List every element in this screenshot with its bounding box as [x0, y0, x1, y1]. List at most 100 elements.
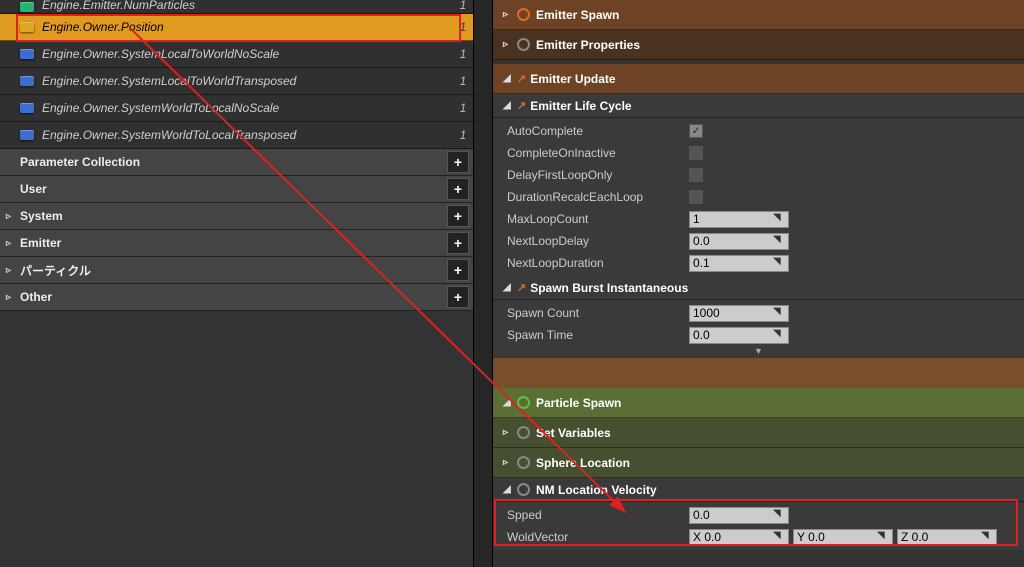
module-title: Emitter Life Cycle	[530, 99, 631, 113]
section-label: Emitter	[20, 236, 447, 250]
caret-icon: ▹	[503, 9, 517, 20]
value: 0.0	[693, 508, 710, 522]
module-set-variables[interactable]: ▹ Set Variables	[493, 418, 1024, 448]
param-label: Engine.Owner.SystemLocalToWorldTranspose…	[42, 74, 453, 88]
add-button[interactable]: +	[447, 286, 469, 308]
number-input[interactable]: 0.0◥	[689, 233, 789, 250]
module-title: Emitter Properties	[536, 38, 640, 52]
section-label: Parameter Collection	[20, 155, 447, 169]
dropdown-icon[interactable]: ◥	[773, 256, 787, 270]
module-sphere-location[interactable]: ▹ Sphere Location	[493, 448, 1024, 478]
param-row[interactable]: Engine.Emitter.NumParticles 1	[0, 0, 473, 14]
caret-icon: ◢	[503, 100, 517, 111]
module-particle-spawn[interactable]: ◢ Particle Spawn	[493, 388, 1024, 418]
number-input[interactable]: 0.0◥	[689, 327, 789, 344]
add-button[interactable]: +	[447, 178, 469, 200]
type-pin-icon	[20, 103, 34, 113]
module-life-cycle[interactable]: ◢ ↗ Emitter Life Cycle	[493, 94, 1024, 118]
add-button[interactable]: +	[447, 232, 469, 254]
checkbox[interactable]	[689, 168, 703, 182]
param-row[interactable]: Engine.Owner.SystemLocalToWorldNoScale 1	[0, 41, 473, 68]
module-spawn-burst[interactable]: ◢ ↗ Spawn Burst Instantaneous	[493, 276, 1024, 300]
checkbox[interactable]	[689, 146, 703, 160]
module-title: NM Location Velocity	[536, 483, 657, 497]
param-row[interactable]: Engine.Owner.SystemLocalToWorldTranspose…	[0, 68, 473, 95]
property-label: Spped	[507, 508, 689, 522]
type-pin-icon	[20, 22, 34, 32]
dropdown-icon[interactable]: ◥	[877, 530, 891, 544]
dropdown-icon[interactable]: ◥	[773, 508, 787, 522]
param-row-selected[interactable]: Engine.Owner.Position 1	[0, 14, 473, 41]
property-label: NextLoopDelay	[507, 234, 689, 248]
module-title: Set Variables	[536, 426, 611, 440]
module-emitter-update[interactable]: ◢ ↗ Emitter Update	[493, 64, 1024, 94]
property-label: CompleteOnInactive	[507, 146, 689, 160]
property-label: AutoComplete	[507, 124, 689, 138]
module-stack-panel: ▹ Emitter Spawn ▹ Emitter Properties ◢ ↗…	[493, 0, 1024, 567]
module-title: Spawn Burst Instantaneous	[530, 281, 688, 295]
number-input[interactable]: 0.0 ◥	[689, 507, 789, 524]
dropdown-icon[interactable]: ◥	[773, 306, 787, 320]
expand-more-icon[interactable]: ▼	[493, 346, 1024, 356]
module-arrow-icon: ↗	[517, 281, 526, 294]
property-row: Spawn Time 0.0◥	[493, 324, 1024, 346]
param-count: 1	[453, 128, 473, 142]
param-label: Engine.Owner.SystemWorldToLocalNoScale	[42, 101, 453, 115]
nm-loc-velocity-properties: Spped 0.0 ◥ WoldVector X 0.0◥ Y 0.0◥ Z 0.…	[493, 502, 1024, 550]
param-count: 1	[453, 0, 473, 12]
dropdown-icon[interactable]: ◥	[773, 530, 787, 544]
number-input[interactable]: 1◥	[689, 211, 789, 228]
property-row-woldvector: WoldVector X 0.0◥ Y 0.0◥ Z 0.0◥	[493, 526, 1024, 548]
property-label: WoldVector	[507, 530, 689, 544]
property-row: DelayFirstLoopOnly	[493, 164, 1024, 186]
empty-area	[0, 311, 473, 567]
vector-z-input[interactable]: Z 0.0◥	[897, 529, 997, 546]
number-input[interactable]: 0.1◥	[689, 255, 789, 272]
vector-y-input[interactable]: Y 0.0◥	[793, 529, 893, 546]
spawn-burst-properties: Spawn Count 1000◥ Spawn Time 0.0◥ ▼	[493, 300, 1024, 358]
module-icon	[517, 426, 530, 439]
property-row-speed: Spped 0.0 ◥	[493, 504, 1024, 526]
checkbox[interactable]	[689, 190, 703, 204]
module-title: Emitter Spawn	[536, 8, 619, 22]
property-row: MaxLoopCount 1◥	[493, 208, 1024, 230]
section-particle[interactable]: ▹ パーティクル +	[0, 257, 473, 284]
param-count: 1	[453, 20, 473, 34]
module-nm-loc-velocity[interactable]: ◢ NM Location Velocity	[493, 478, 1024, 502]
add-button[interactable]: +	[447, 151, 469, 173]
section-emitter[interactable]: ▹ Emitter +	[0, 230, 473, 257]
param-row[interactable]: Engine.Owner.SystemWorldToLocalTranspose…	[0, 122, 473, 149]
param-label: Engine.Owner.SystemWorldToLocalTranspose…	[42, 128, 453, 142]
type-pin-icon	[20, 76, 34, 86]
property-row: AutoComplete ✓	[493, 120, 1024, 142]
module-icon	[517, 456, 530, 469]
module-emitter-properties[interactable]: ▹ Emitter Properties	[493, 30, 1024, 60]
param-row[interactable]: Engine.Owner.SystemWorldToLocalNoScale 1	[0, 95, 473, 122]
stage-gap	[493, 358, 1024, 388]
caret-icon: ▹	[6, 292, 16, 303]
dropdown-icon[interactable]: ◥	[773, 212, 787, 226]
panel-splitter[interactable]	[473, 0, 493, 567]
section-user[interactable]: User +	[0, 176, 473, 203]
module-emitter-spawn[interactable]: ▹ Emitter Spawn	[493, 0, 1024, 30]
dropdown-icon[interactable]: ◥	[773, 328, 787, 342]
parameter-panel: Engine.Emitter.NumParticles 1 Engine.Own…	[0, 0, 473, 567]
section-system[interactable]: ▹ System +	[0, 203, 473, 230]
section-other[interactable]: ▹ Other +	[0, 284, 473, 311]
property-row: CompleteOnInactive	[493, 142, 1024, 164]
add-button[interactable]: +	[447, 205, 469, 227]
section-parameter-collection[interactable]: Parameter Collection +	[0, 149, 473, 176]
add-button[interactable]: +	[447, 259, 469, 281]
number-input[interactable]: 1000◥	[689, 305, 789, 322]
param-label: Engine.Emitter.NumParticles	[42, 0, 453, 12]
dropdown-icon[interactable]: ◥	[773, 234, 787, 248]
property-label: DurationRecalcEachLoop	[507, 190, 689, 204]
vector-x-input[interactable]: X 0.0◥	[689, 529, 789, 546]
param-count: 1	[453, 47, 473, 61]
module-icon	[517, 483, 530, 496]
checkbox[interactable]: ✓	[689, 124, 703, 138]
property-row: DurationRecalcEachLoop	[493, 186, 1024, 208]
dropdown-icon[interactable]: ◥	[981, 530, 995, 544]
param-label: Engine.Owner.Position	[42, 20, 453, 34]
caret-icon: ▹	[6, 238, 16, 249]
